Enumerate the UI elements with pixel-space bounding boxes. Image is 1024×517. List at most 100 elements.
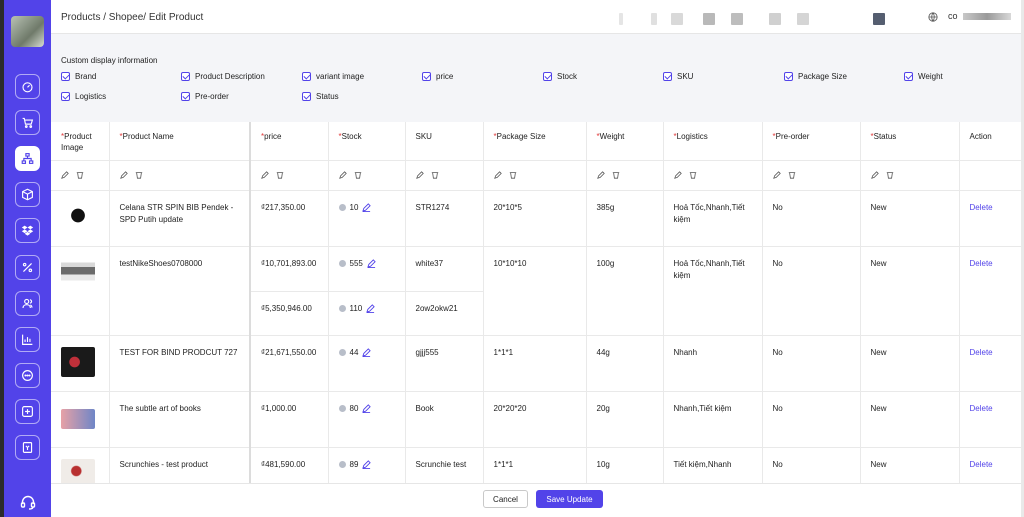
product-thumbnail[interactable] [61, 408, 95, 429]
sitemap-icon[interactable] [15, 146, 40, 171]
edit-stock-icon[interactable] [366, 304, 376, 313]
preorder-cell[interactable]: No [762, 391, 861, 448]
headset-icon[interactable] [17, 491, 39, 513]
edit-icon[interactable] [772, 171, 781, 179]
price-cell[interactable]: ₫10,701,893.00 [250, 246, 329, 292]
trash-icon[interactable] [276, 171, 284, 179]
checkbox-icon[interactable] [422, 72, 431, 81]
chat-icon[interactable] [15, 363, 40, 388]
edit-icon[interactable] [61, 171, 69, 179]
package-cell[interactable]: 10*10*10 [483, 246, 587, 336]
checkbox-icon[interactable] [543, 72, 552, 81]
trash-icon[interactable] [354, 171, 362, 179]
dropbox-icon[interactable] [15, 218, 40, 243]
cart-icon[interactable] [15, 110, 40, 135]
checkbox-icon[interactable] [61, 92, 70, 101]
weight-cell[interactable]: 100g [586, 246, 664, 336]
weight-cell[interactable]: 385g [586, 190, 664, 247]
edit-icon[interactable] [119, 171, 128, 179]
checkbox-icon[interactable] [663, 72, 672, 81]
checkbox-variant-image[interactable]: variant image [302, 72, 364, 81]
checkbox-pre-order[interactable]: Pre-order [181, 92, 229, 101]
preorder-cell[interactable]: No [762, 246, 861, 336]
price-cell[interactable]: ₫5,350,946.00 [250, 291, 329, 336]
receipt-icon[interactable] [15, 435, 40, 460]
checkbox-icon[interactable] [302, 92, 311, 101]
checkbox-icon[interactable] [904, 72, 913, 81]
box-icon[interactable] [15, 182, 40, 207]
price-cell[interactable]: ₫21,671,550.00 [250, 335, 329, 392]
edit-icon[interactable] [493, 171, 502, 179]
trash-icon[interactable] [886, 171, 894, 179]
preorder-cell[interactable]: No [762, 190, 861, 247]
logistics-cell[interactable]: Nhanh [663, 335, 763, 392]
sku-cell[interactable]: white37 [405, 246, 484, 292]
trash-icon[interactable] [689, 171, 697, 179]
edit-icon[interactable] [870, 171, 879, 179]
logistics-cell[interactable]: Nhanh,Tiết kiệm [663, 391, 763, 448]
dashboard-icon[interactable] [15, 74, 40, 99]
checkbox-price[interactable]: price [422, 72, 453, 81]
edit-icon[interactable] [415, 171, 424, 179]
delete-button[interactable]: Delete [970, 259, 993, 268]
cancel-button[interactable]: Cancel [483, 490, 528, 508]
logistics-cell[interactable]: Hoả Tốc,Nhanh,Tiết kiệm [663, 190, 763, 247]
checkbox-status[interactable]: Status [302, 92, 339, 101]
edit-icon[interactable] [596, 171, 605, 179]
checkbox-icon[interactable] [181, 72, 190, 81]
delete-button[interactable]: Delete [970, 348, 993, 357]
user-menu[interactable]: co [943, 8, 1023, 26]
price-cell[interactable]: ₫481,590.00 [250, 447, 329, 483]
weight-cell[interactable]: 20g [586, 391, 664, 448]
product-thumbnail[interactable] [61, 257, 95, 288]
package-cell[interactable]: 20*10*5 [483, 190, 587, 247]
checkbox-icon[interactable] [181, 92, 190, 101]
preorder-cell[interactable]: No [762, 447, 861, 483]
checkbox-brand[interactable]: Brand [61, 72, 96, 81]
checkbox-package-size[interactable]: Package Size [784, 72, 847, 81]
checkbox-weight[interactable]: Weight [904, 72, 943, 81]
package-cell[interactable]: 1*1*1 [483, 335, 587, 392]
edit-stock-icon[interactable] [362, 404, 372, 413]
edit-stock-icon[interactable] [362, 203, 372, 212]
trash-icon[interactable] [135, 171, 143, 179]
logistics-cell[interactable]: Tiết kiệm,Nhanh [663, 447, 763, 483]
plus-square-icon[interactable] [15, 399, 40, 424]
percent-icon[interactable] [15, 255, 40, 280]
store-logo[interactable] [11, 16, 44, 47]
package-cell[interactable]: 20*20*20 [483, 391, 587, 448]
checkbox-icon[interactable] [61, 72, 70, 81]
product-thumbnail[interactable] [61, 346, 95, 377]
sku-cell[interactable]: 2ow2okw21 [405, 291, 484, 336]
delete-button[interactable]: Delete [970, 460, 993, 469]
sku-cell[interactable]: gjjj555 [405, 335, 484, 392]
checkbox-sku[interactable]: SKU [663, 72, 693, 81]
edit-icon[interactable] [338, 171, 347, 179]
trash-icon[interactable] [788, 171, 796, 179]
save-update-button[interactable]: Save Update [536, 490, 603, 508]
price-cell[interactable]: ₫217,350.00 [250, 190, 329, 247]
users-icon[interactable] [15, 291, 40, 316]
edit-stock-icon[interactable] [362, 348, 372, 357]
trash-icon[interactable] [509, 171, 517, 179]
price-cell[interactable]: ₫1,000.00 [250, 391, 329, 448]
trash-icon[interactable] [431, 171, 439, 179]
checkbox-stock[interactable]: Stock [543, 72, 577, 81]
checkbox-icon[interactable] [784, 72, 793, 81]
edit-stock-icon[interactable] [362, 460, 372, 469]
package-cell[interactable]: 1*1*1 [483, 447, 587, 483]
edit-icon[interactable] [673, 171, 682, 179]
weight-cell[interactable]: 44g [586, 335, 664, 392]
preorder-cell[interactable]: No [762, 335, 861, 392]
sku-cell[interactable]: Scrunchie test [405, 447, 484, 483]
sku-cell[interactable]: Book [405, 391, 484, 448]
product-thumbnail[interactable] [61, 458, 95, 483]
globe-icon[interactable] [928, 12, 938, 22]
product-thumbnail[interactable] [61, 201, 95, 232]
logistics-cell[interactable]: Hoả Tốc,Nhanh,Tiết kiệm [663, 246, 763, 336]
edit-stock-icon[interactable] [367, 259, 376, 268]
delete-button[interactable]: Delete [970, 404, 993, 413]
checkbox-logistics[interactable]: Logistics [61, 92, 106, 101]
trash-icon[interactable] [612, 171, 620, 179]
delete-button[interactable]: Delete [970, 203, 993, 212]
